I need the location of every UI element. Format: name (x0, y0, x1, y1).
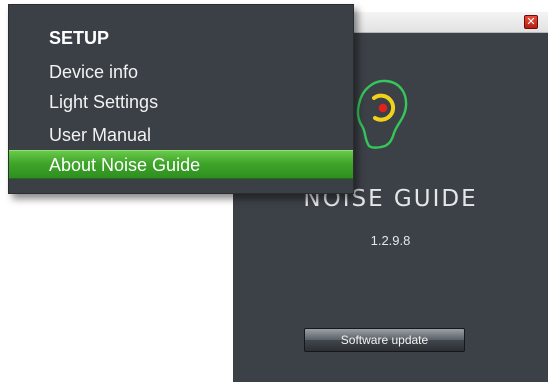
menu-item-light-settings[interactable]: Light Settings (9, 91, 353, 113)
menu-item-about-noise-guide[interactable]: About Noise Guide (9, 150, 353, 179)
software-update-button[interactable]: Software update (304, 328, 465, 352)
ear-icon (356, 79, 408, 149)
version-label: 1.2.9.8 (370, 233, 411, 248)
close-button[interactable]: ✕ (524, 15, 538, 29)
screen: ✕ NOISE GUIDE 1.2.9.8 Software update SE… (0, 0, 548, 382)
setup-menu: SETUP Device info Light Settings User Ma… (8, 4, 354, 194)
menu-item-user-manual[interactable]: User Manual (9, 124, 353, 146)
menu-item-device-info[interactable]: Device info (9, 61, 353, 83)
menu-header: SETUP (49, 28, 110, 48)
close-icon: ✕ (526, 15, 536, 28)
